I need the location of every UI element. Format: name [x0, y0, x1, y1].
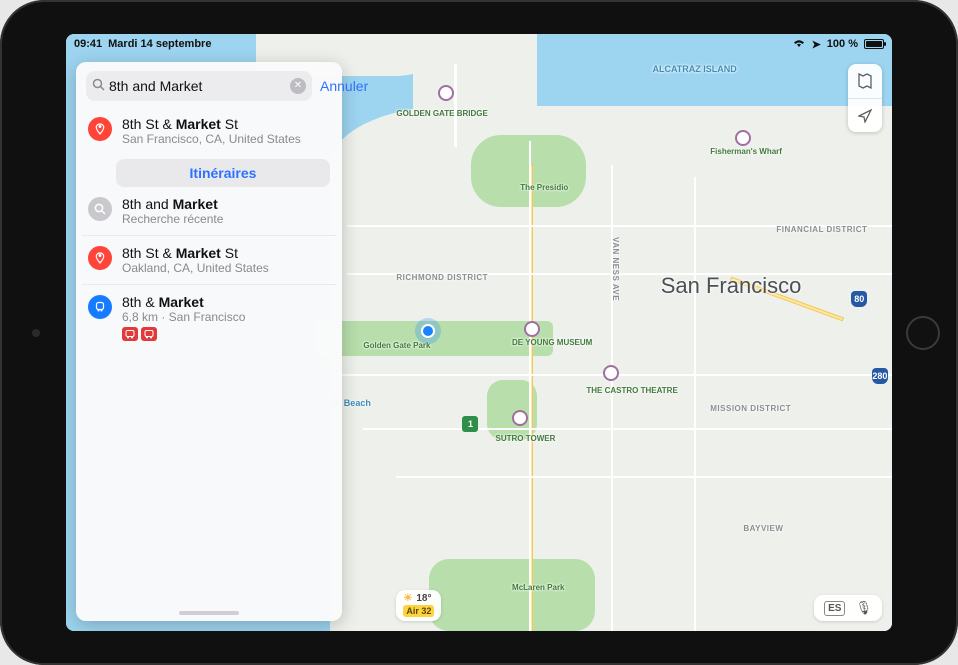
pin-icon: [88, 117, 112, 141]
poi-label-alcatraz: ALCATRAZ ISLAND: [652, 64, 736, 74]
result-subtitle: Oakland, CA, United States: [122, 261, 330, 275]
hwy-shield-1: 1: [462, 416, 478, 432]
poi-label-mclaren: McLaren Park: [512, 583, 564, 592]
status-bar: 09:41 Mardi 14 septembre ➤ 100 %: [66, 34, 892, 54]
status-date: Mardi 14 septembre: [108, 38, 211, 50]
front-camera-dot: [32, 329, 40, 337]
clear-search-button[interactable]: ✕: [290, 78, 306, 94]
poi-label-castro: THE CASTRO THEATRE: [586, 386, 677, 395]
search-icon: [92, 78, 105, 94]
hwy-shield-80: 80: [851, 291, 867, 307]
transit-line-badges: [122, 327, 330, 341]
map-controls: [848, 64, 882, 132]
search-result[interactable]: 8th St & Market St Oakland, CA, United S…: [82, 235, 336, 284]
aqi-label: Air: [406, 606, 419, 616]
map-city-label: San Francisco: [661, 273, 802, 299]
result-title: 8th St & Market St: [122, 116, 330, 132]
poi-label-sutro: SUTRO TOWER: [496, 434, 556, 443]
hwy-shield-280: 280: [872, 368, 888, 384]
poi-pin-deyoung[interactable]: [524, 321, 540, 337]
transit-badge: [122, 327, 138, 341]
result-title: 8th and Market: [122, 196, 330, 212]
keyboard-language-button[interactable]: ES: [824, 601, 845, 616]
recent-search-icon: [88, 197, 112, 221]
input-mode-chip: ES 🎙: [814, 595, 882, 621]
dictation-button[interactable]: 🎙: [855, 600, 872, 616]
weather-chip[interactable]: ☀ 18° Air 32: [396, 590, 441, 621]
user-location-dot: [421, 324, 435, 338]
search-result[interactable]: 8th and Market Recherche récente: [82, 187, 336, 235]
battery-icon: [864, 39, 884, 49]
tracking-button[interactable]: [848, 98, 882, 132]
panel-grabber[interactable]: [179, 611, 239, 615]
battery-percent: 100 %: [827, 38, 858, 50]
search-panel: ✕ Annuler 8th St & Market St San Francis…: [76, 62, 342, 621]
search-results-list: 8th St & Market St San Francisco, CA, Un…: [76, 107, 342, 350]
screen: 09:41 Mardi 14 septembre ➤ 100 %: [66, 34, 892, 631]
location-services-icon: ➤: [812, 38, 821, 51]
directions-button[interactable]: Itinéraires: [116, 159, 330, 187]
district-label-mission: MISSION DISTRICT: [710, 404, 791, 413]
result-subtitle: 6,8 km · San Francisco: [122, 310, 330, 324]
pin-icon: [88, 246, 112, 270]
golden-gate-bridge-line: [454, 64, 457, 148]
search-result[interactable]: 8th St & Market St San Francisco, CA, Un…: [82, 107, 336, 155]
search-field-wrap[interactable]: ✕: [86, 71, 312, 101]
poi-label-fisherman: Fisherman's Wharf: [710, 147, 782, 156]
device-bezel: 09:41 Mardi 14 septembre ➤ 100 %: [0, 0, 958, 665]
district-label-bayview: BAYVIEW: [743, 524, 783, 533]
aqi-value: 32: [421, 606, 431, 616]
wifi-icon: [792, 38, 806, 51]
poi-pin-fisherman[interactable]: [735, 130, 751, 146]
transit-badge: [141, 327, 157, 341]
poi-label-gg-park: Golden Gate Park: [363, 341, 430, 350]
search-input[interactable]: [109, 78, 290, 94]
sun-icon: ☀: [403, 593, 412, 605]
map-park: [429, 559, 594, 631]
poi-label-gg-bridge: GOLDEN GATE BRIDGE: [396, 109, 487, 118]
result-title: 8th & Market: [122, 294, 330, 310]
district-label-financial: FINANCIAL DISTRICT: [776, 225, 867, 234]
poi-label-presidio: The Presidio: [520, 183, 568, 192]
result-subtitle: San Francisco, CA, United States: [122, 132, 330, 146]
street-label-vanness: VAN NESS AVE: [611, 237, 620, 301]
poi-label-deyoung: DE YOUNG MUSEUM: [512, 338, 592, 347]
transit-icon: [88, 295, 112, 319]
home-button[interactable]: [906, 316, 940, 350]
status-time: 09:41: [74, 38, 102, 50]
temperature-value: 18°: [416, 593, 431, 605]
result-subtitle: Recherche récente: [122, 212, 330, 226]
poi-pin-gg-bridge[interactable]: [438, 85, 454, 101]
district-label-richmond: RICHMOND DISTRICT: [396, 273, 488, 282]
map-mode-button[interactable]: [848, 64, 882, 98]
cancel-button[interactable]: Annuler: [318, 78, 370, 94]
result-title: 8th St & Market St: [122, 245, 330, 261]
search-result[interactable]: 8th & Market 6,8 km · San Francisco: [82, 284, 336, 350]
